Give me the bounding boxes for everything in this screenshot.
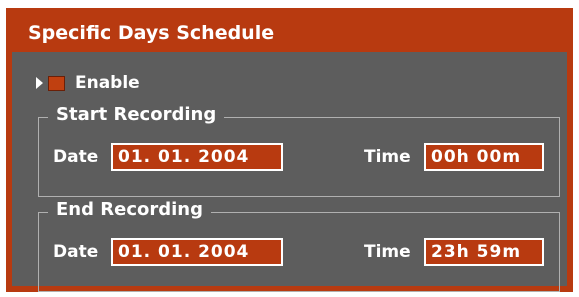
start-recording-group: Start Recording Date 01. 01. 2004 Time 0… <box>38 102 560 197</box>
selection-arrow-icon <box>36 77 43 89</box>
start-time-label: Time <box>364 147 411 167</box>
end-recording-legend: End Recording <box>48 197 211 223</box>
panel-title: Specific Days Schedule <box>12 14 567 52</box>
start-date-field[interactable]: 01. 01. 2004 <box>111 143 283 171</box>
end-date-field[interactable]: 01. 01. 2004 <box>111 238 283 266</box>
enable-checkbox[interactable] <box>48 75 65 91</box>
enable-label: Enable <box>75 73 140 93</box>
end-time-label: Time <box>364 242 411 262</box>
start-time-field[interactable]: 00h 00m <box>424 143 544 171</box>
start-recording-legend: Start Recording <box>48 102 225 128</box>
end-time-field[interactable]: 23h 59m <box>424 238 544 266</box>
start-date-label: Date <box>53 147 99 167</box>
end-recording-group: End Recording Date 01. 01. 2004 Time 23h… <box>38 197 560 292</box>
enable-row[interactable]: Enable <box>36 72 140 94</box>
schedule-panel: Specific Days Schedule Enable Start Reco… <box>6 8 573 292</box>
end-date-label: Date <box>53 242 99 262</box>
